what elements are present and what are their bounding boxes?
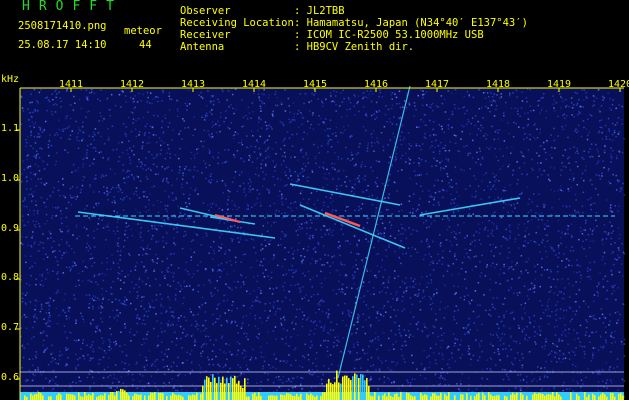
- x-tick-label: 1412: [120, 79, 145, 90]
- y-tick-label: 0.9: [1, 223, 20, 234]
- filename: 2508171410.png: [18, 20, 107, 32]
- y-tick-label: 0.6: [1, 372, 20, 383]
- antenna-value: : HB9CV Zenith dir.: [294, 41, 415, 53]
- receiver-label: Receiver: [180, 29, 231, 41]
- x-tick-label: 1419: [547, 79, 572, 90]
- plot-background: [20, 88, 624, 400]
- y-tick-label: 0.8: [1, 272, 20, 283]
- meteor-count: 44: [139, 39, 152, 51]
- x-tick-label: 1414: [242, 79, 267, 90]
- meteor-label: meteor: [124, 25, 162, 37]
- x-tick-label: 1420: [608, 79, 629, 90]
- y-tick-label: 1.0: [1, 173, 20, 184]
- antenna-label: Antenna: [180, 41, 225, 53]
- observer-label: Observer: [180, 5, 231, 17]
- y-tick-label: 0.7: [1, 322, 20, 333]
- timestamp: 25.08.17 14:10: [18, 39, 107, 51]
- app-title: HROFFT: [22, 0, 123, 14]
- x-tick-label: 1416: [364, 79, 389, 90]
- observer-value: : JL2TBB: [294, 5, 345, 17]
- x-tick-label: 1413: [181, 79, 206, 90]
- location-label: Receiving Location: [180, 17, 294, 29]
- hrofft-window: HROFFT 2508171410.png 25.08.17 14:10 met…: [0, 0, 629, 400]
- x-tick-label: 1417: [425, 79, 450, 90]
- y-axis-label: kHz: [1, 74, 20, 85]
- x-tick-label: 1411: [59, 79, 84, 90]
- spectrogram: [16, 85, 626, 400]
- receiver-value: : ICOM IC-R2500 53.1000MHz USB: [294, 29, 484, 41]
- x-tick-label: 1415: [303, 79, 328, 90]
- y-tick-label: 1.1: [1, 123, 20, 134]
- location-value: : Hamamatsu, Japan (N34°40′ E137°43′): [294, 17, 528, 29]
- x-tick-label: 1418: [486, 79, 511, 90]
